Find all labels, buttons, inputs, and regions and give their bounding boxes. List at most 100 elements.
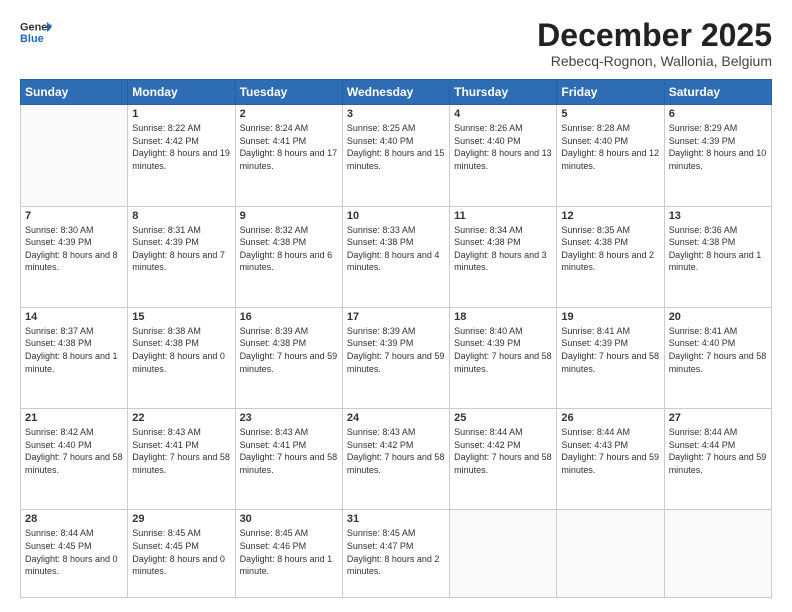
col-sunday: Sunday — [21, 80, 128, 105]
table-row: 28Sunrise: 8:44 AMSunset: 4:45 PMDayligh… — [21, 510, 128, 598]
day-number: 4 — [454, 108, 552, 120]
cell-sun-info: Sunrise: 8:32 AMSunset: 4:38 PMDaylight:… — [240, 224, 338, 274]
day-number: 22 — [132, 412, 230, 424]
day-number: 20 — [669, 311, 767, 323]
col-friday: Friday — [557, 80, 664, 105]
table-row: 20 Sunrise: 8:41 AMSunset: 4:40 PMDayligh… — [664, 307, 771, 408]
table-row: 19Sunrise: 8:41 AMSunset: 4:39 PMDayligh… — [557, 307, 664, 408]
page: General Blue December 2025 Rebecq-Rognon… — [0, 0, 792, 612]
day-number: 21 — [25, 412, 123, 424]
cell-sun-info: Sunrise: 8:43 AMSunset: 4:41 PMDaylight:… — [240, 426, 338, 476]
location: Rebecq-Rognon, Wallonia, Belgium — [537, 53, 772, 69]
table-row: 5Sunrise: 8:28 AMSunset: 4:40 PMDaylight… — [557, 105, 664, 206]
table-row — [664, 510, 771, 598]
logo: General Blue — [20, 18, 52, 46]
table-row: 23 Sunrise: 8:43 AMSunset: 4:41 PMDayligh… — [235, 409, 342, 510]
cell-sun-info: Sunrise: 8:30 AMSunset: 4:39 PMDaylight:… — [25, 224, 123, 274]
cell-sun-info: Sunrise: 8:39 AMSunset: 4:38 PMDaylight:… — [240, 325, 338, 375]
svg-text:Blue: Blue — [20, 33, 44, 45]
logo-icon: General Blue — [20, 18, 52, 46]
table-row: 4 Sunrise: 8:26 AMSunset: 4:40 PMDaylight… — [450, 105, 557, 206]
cell-sun-info: Sunrise: 8:31 AMSunset: 4:39 PMDaylight:… — [132, 224, 230, 274]
table-row: 22 Sunrise: 8:43 AMSunset: 4:41 PMDayligh… — [128, 409, 235, 510]
calendar-week-row: 21 Sunrise: 8:42 AMSunset: 4:40 PMDayligh… — [21, 409, 772, 510]
table-row — [557, 510, 664, 598]
cell-sun-info: Sunrise: 8:33 AMSunset: 4:38 PMDaylight:… — [347, 224, 445, 274]
cell-sun-info: Sunrise: 8:38 AMSunset: 4:38 PMDaylight:… — [132, 325, 230, 375]
table-row: 7 Sunrise: 8:30 AMSunset: 4:39 PMDaylight… — [21, 206, 128, 307]
cell-sun-info: Sunrise: 8:36 AMSunset: 4:38 PMDaylight:… — [669, 224, 767, 274]
cell-sun-info: Sunrise: 8:29 AMSunset: 4:39 PMDaylight:… — [669, 122, 767, 172]
cell-sun-info: Sunrise: 8:34 AMSunset: 4:38 PMDaylight:… — [454, 224, 552, 274]
cell-sun-info: Sunrise: 8:44 AMSunset: 4:44 PMDaylight:… — [669, 426, 767, 476]
day-number: 14 — [25, 311, 123, 323]
col-monday: Monday — [128, 80, 235, 105]
day-number: 30 — [240, 513, 338, 525]
table-row: 13 Sunrise: 8:36 AMSunset: 4:38 PMDayligh… — [664, 206, 771, 307]
day-number: 13 — [669, 210, 767, 222]
table-row: 15 Sunrise: 8:38 AMSunset: 4:38 PMDayligh… — [128, 307, 235, 408]
title-area: December 2025 Rebecq-Rognon, Wallonia, B… — [537, 18, 772, 69]
day-number: 25 — [454, 412, 552, 424]
table-row: 2Sunrise: 8:24 AMSunset: 4:41 PMDaylight… — [235, 105, 342, 206]
day-number: 10 — [347, 210, 445, 222]
table-row: 24Sunrise: 8:43 AMSunset: 4:42 PMDayligh… — [342, 409, 449, 510]
day-number: 1 — [132, 108, 230, 120]
cell-sun-info: Sunrise: 8:37 AMSunset: 4:38 PMDaylight:… — [25, 325, 123, 375]
table-row: 11 Sunrise: 8:34 AMSunset: 4:38 PMDayligh… — [450, 206, 557, 307]
calendar-week-row: 14 Sunrise: 8:37 AMSunset: 4:38 PMDayligh… — [21, 307, 772, 408]
col-wednesday: Wednesday — [342, 80, 449, 105]
table-row: 14 Sunrise: 8:37 AMSunset: 4:38 PMDayligh… — [21, 307, 128, 408]
cell-sun-info: Sunrise: 8:26 AMSunset: 4:40 PMDaylight:… — [454, 122, 552, 172]
cell-sun-info: Sunrise: 8:43 AMSunset: 4:42 PMDaylight:… — [347, 426, 445, 476]
day-number: 17 — [347, 311, 445, 323]
cell-sun-info: Sunrise: 8:45 AMSunset: 4:46 PMDaylight:… — [240, 527, 338, 577]
calendar-week-row: 7 Sunrise: 8:30 AMSunset: 4:39 PMDaylight… — [21, 206, 772, 307]
day-number: 11 — [454, 210, 552, 222]
calendar-week-row: 28Sunrise: 8:44 AMSunset: 4:45 PMDayligh… — [21, 510, 772, 598]
calendar-week-row: 1Sunrise: 8:22 AMSunset: 4:42 PMDaylight… — [21, 105, 772, 206]
day-number: 23 — [240, 412, 338, 424]
cell-sun-info: Sunrise: 8:42 AMSunset: 4:40 PMDaylight:… — [25, 426, 123, 476]
day-number: 9 — [240, 210, 338, 222]
cell-sun-info: Sunrise: 8:25 AMSunset: 4:40 PMDaylight:… — [347, 122, 445, 172]
day-number: 2 — [240, 108, 338, 120]
table-row: 1Sunrise: 8:22 AMSunset: 4:42 PMDaylight… — [128, 105, 235, 206]
cell-sun-info: Sunrise: 8:44 AMSunset: 4:43 PMDaylight:… — [561, 426, 659, 476]
day-number: 3 — [347, 108, 445, 120]
table-row: 9 Sunrise: 8:32 AMSunset: 4:38 PMDaylight… — [235, 206, 342, 307]
col-thursday: Thursday — [450, 80, 557, 105]
table-row: 31Sunrise: 8:45 AMSunset: 4:47 PMDayligh… — [342, 510, 449, 598]
day-number: 15 — [132, 311, 230, 323]
day-number: 31 — [347, 513, 445, 525]
cell-sun-info: Sunrise: 8:40 AMSunset: 4:39 PMDaylight:… — [454, 325, 552, 375]
table-row: 3 Sunrise: 8:25 AMSunset: 4:40 PMDaylight… — [342, 105, 449, 206]
day-number: 19 — [561, 311, 659, 323]
table-row: 29Sunrise: 8:45 AMSunset: 4:45 PMDayligh… — [128, 510, 235, 598]
table-row: 6 Sunrise: 8:29 AMSunset: 4:39 PMDaylight… — [664, 105, 771, 206]
cell-sun-info: Sunrise: 8:35 AMSunset: 4:38 PMDaylight:… — [561, 224, 659, 274]
cell-sun-info: Sunrise: 8:28 AMSunset: 4:40 PMDaylight:… — [561, 122, 659, 172]
cell-sun-info: Sunrise: 8:41 AMSunset: 4:40 PMDaylight:… — [669, 325, 767, 375]
table-row: 27 Sunrise: 8:44 AMSunset: 4:44 PMDayligh… — [664, 409, 771, 510]
day-number: 7 — [25, 210, 123, 222]
table-row: 8Sunrise: 8:31 AMSunset: 4:39 PMDaylight… — [128, 206, 235, 307]
table-row: 21 Sunrise: 8:42 AMSunset: 4:40 PMDayligh… — [21, 409, 128, 510]
day-number: 18 — [454, 311, 552, 323]
cell-sun-info: Sunrise: 8:45 AMSunset: 4:45 PMDaylight:… — [132, 527, 230, 577]
header: General Blue December 2025 Rebecq-Rognon… — [20, 18, 772, 69]
table-row: 16 Sunrise: 8:39 AMSunset: 4:38 PMDayligh… — [235, 307, 342, 408]
day-number: 26 — [561, 412, 659, 424]
cell-sun-info: Sunrise: 8:43 AMSunset: 4:41 PMDaylight:… — [132, 426, 230, 476]
table-row: 12 Sunrise: 8:35 AMSunset: 4:38 PMDayligh… — [557, 206, 664, 307]
table-row — [450, 510, 557, 598]
cell-sun-info: Sunrise: 8:44 AMSunset: 4:42 PMDaylight:… — [454, 426, 552, 476]
day-number: 12 — [561, 210, 659, 222]
header-row: Sunday Monday Tuesday Wednesday Thursday… — [21, 80, 772, 105]
col-saturday: Saturday — [664, 80, 771, 105]
day-number: 27 — [669, 412, 767, 424]
cell-sun-info: Sunrise: 8:44 AMSunset: 4:45 PMDaylight:… — [25, 527, 123, 577]
day-number: 16 — [240, 311, 338, 323]
day-number: 6 — [669, 108, 767, 120]
table-row: 17Sunrise: 8:39 AMSunset: 4:39 PMDayligh… — [342, 307, 449, 408]
